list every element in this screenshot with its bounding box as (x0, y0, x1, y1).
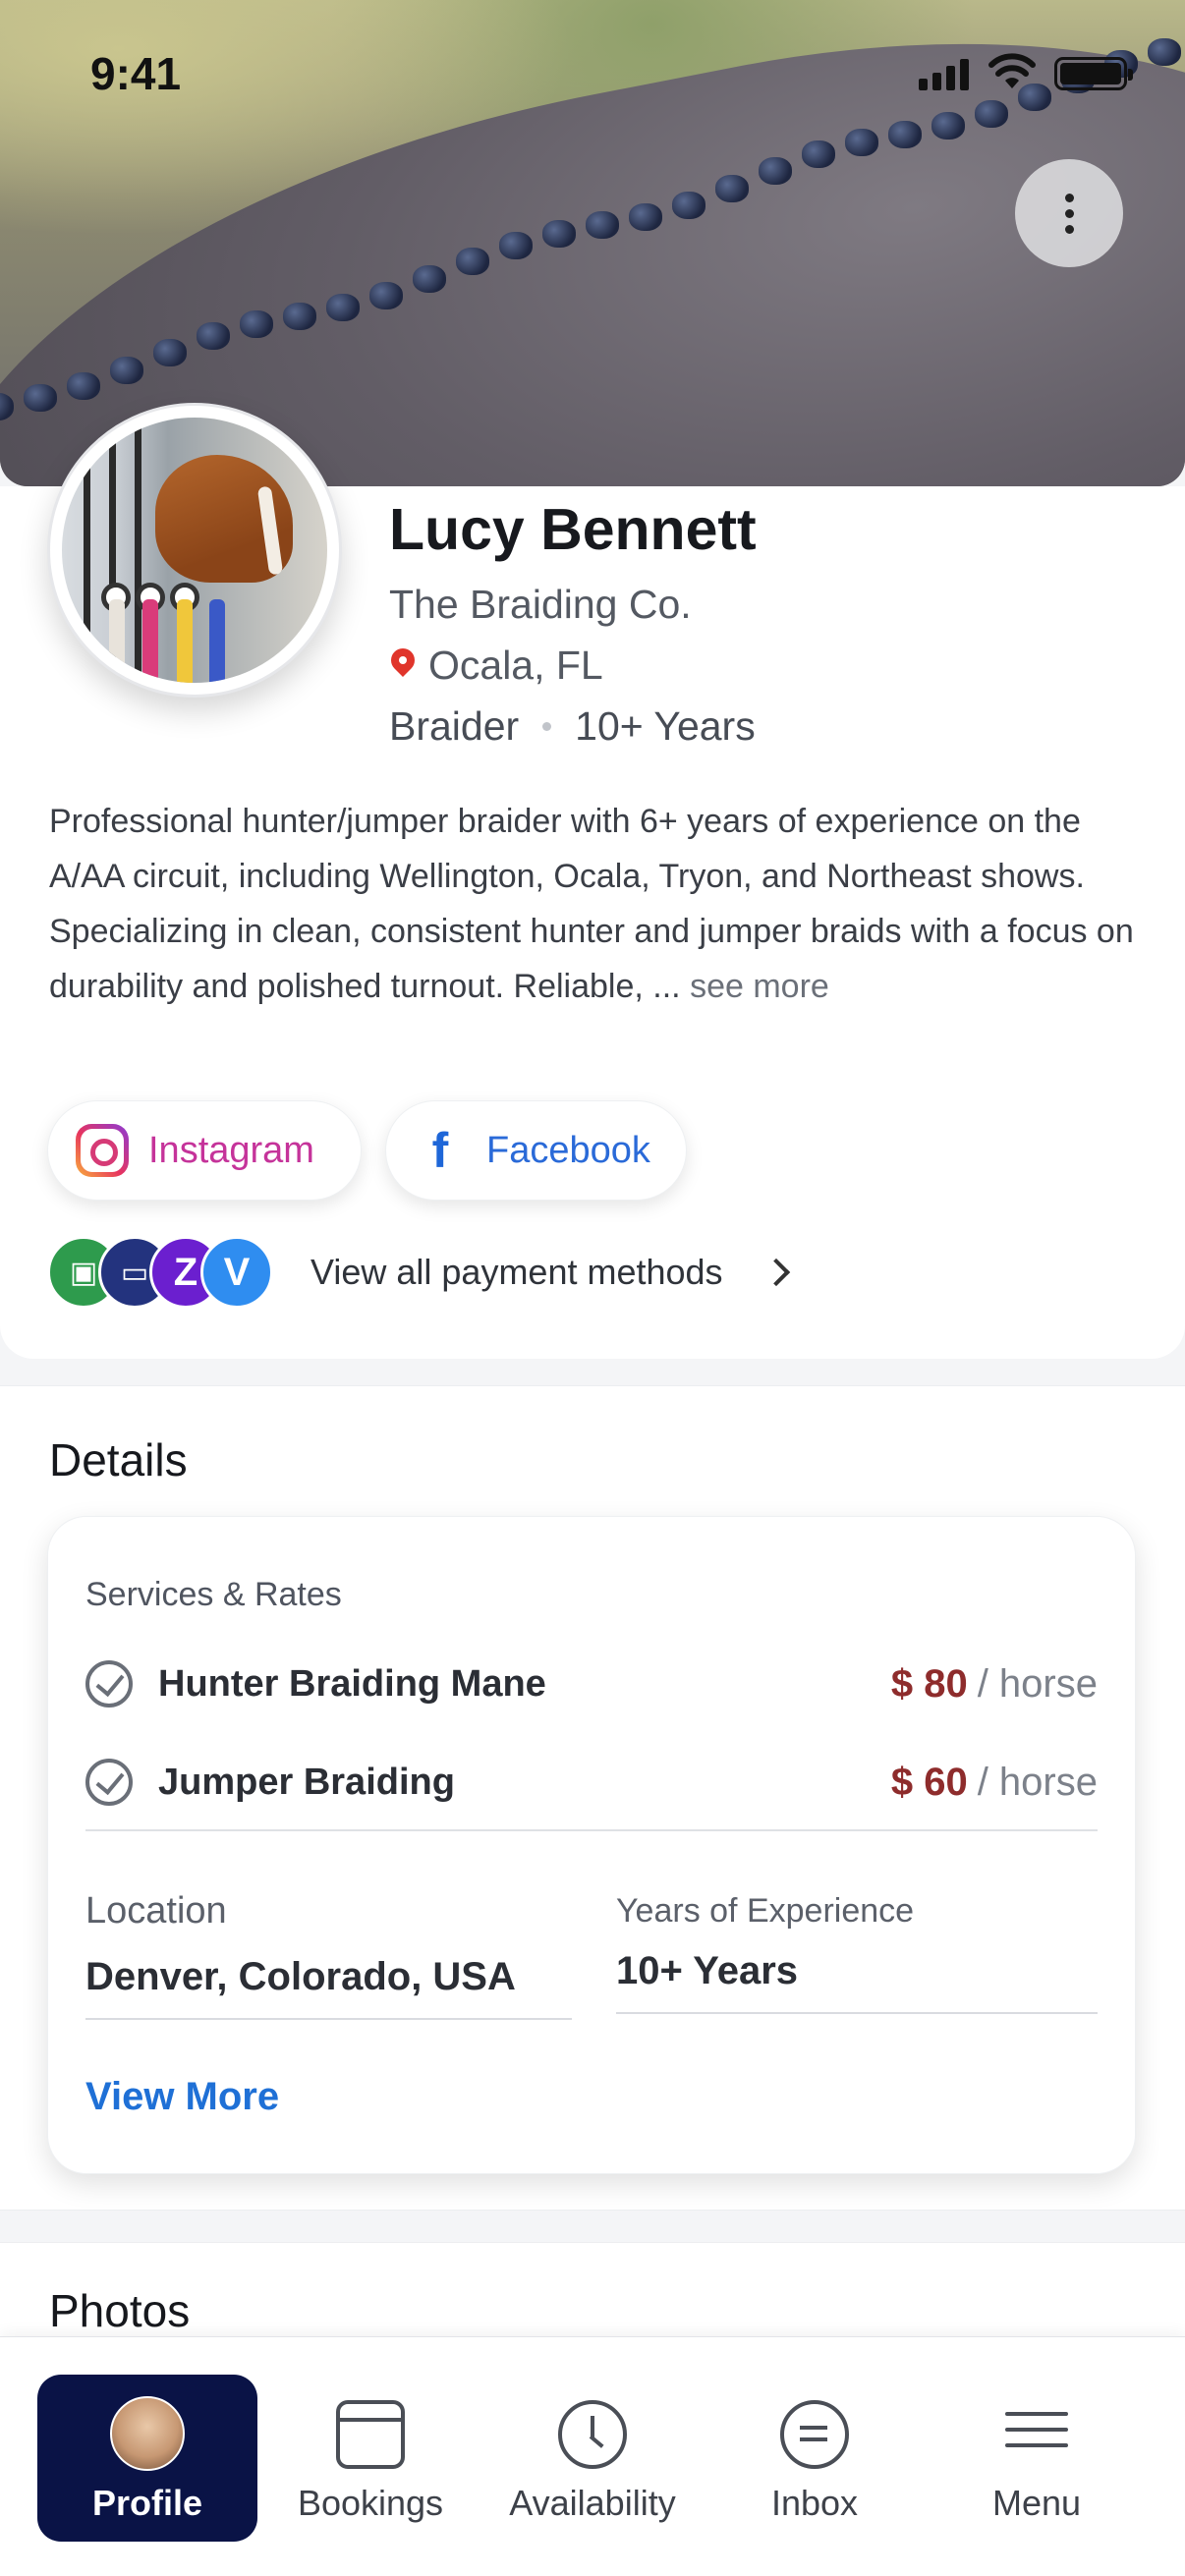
experience-value: 10+ Years (616, 1949, 799, 1992)
braid-knot (499, 231, 533, 259)
details-card: Services & Rates Hunter Braiding Mane $ … (47, 1516, 1136, 2174)
service-row: Jumper Braiding $ 60 / horse (85, 1753, 1098, 1812)
venmo-icon: V (200, 1236, 273, 1309)
braid-knot (413, 265, 446, 294)
location-value: Denver, Colorado, USA (85, 1955, 516, 1998)
experience-label: Years of Experience (616, 1892, 915, 1930)
instagram-label: Instagram (148, 1129, 314, 1171)
divider (85, 1829, 1098, 1831)
location-pin-icon (389, 648, 417, 684)
braid-knot (369, 282, 403, 310)
service-row: Hunter Braiding Mane $ 80 / horse (85, 1654, 1098, 1713)
bio-paragraph-2: Specializing in clean, consistent hunter… (49, 913, 1134, 1005)
tab-menu[interactable]: Menu (927, 2375, 1147, 2542)
braid-knot (67, 372, 100, 401)
clock-icon (558, 2400, 627, 2469)
profile-bio: Professional hunter/jumper braider with … (49, 794, 1140, 1014)
profile-role: Braider 10+ Years (389, 703, 756, 750)
avatar-image (62, 418, 327, 683)
facebook-icon: f (431, 1123, 449, 1178)
braid-knot (672, 191, 705, 219)
profile-company: The Braiding Co. (389, 582, 692, 627)
braid-knot (197, 322, 230, 351)
more-options-button[interactable] (1015, 159, 1123, 267)
braid-knot (240, 310, 273, 339)
chat-icon (780, 2400, 849, 2469)
check-circle-icon (85, 1660, 133, 1708)
tab-bookings[interactable]: Bookings (260, 2375, 480, 2542)
service-price: $ 80 (890, 1661, 968, 1706)
instagram-icon (76, 1124, 129, 1177)
menu-icon (1002, 2400, 1071, 2469)
role-text: Braider (389, 703, 520, 749)
bio-paragraph-1: Professional hunter/jumper braider with … (49, 803, 1085, 895)
tab-inbox[interactable]: Inbox (705, 2375, 925, 2542)
braid-knot (456, 248, 489, 276)
profile-name: Lucy Bennett (389, 497, 757, 562)
braid-knot (586, 211, 619, 240)
braid-knot (153, 338, 187, 366)
view-more-link[interactable]: View More (85, 2075, 279, 2119)
braid-knot (24, 384, 57, 413)
details-title: Details (49, 1434, 188, 1485)
braid-knot (542, 219, 576, 248)
tab-label: Bookings (297, 2483, 444, 2523)
profile-location-text: Ocala, FL (428, 643, 603, 688)
location-label: Location (85, 1890, 227, 1932)
facebook-button[interactable]: f Facebook (385, 1100, 687, 1201)
photos-title: Photos (49, 2285, 191, 2336)
dot-icon (1064, 193, 1074, 202)
braid-knot (283, 302, 316, 330)
separator-dot (542, 722, 552, 731)
wifi-icon (988, 53, 1036, 88)
tab-profile[interactable]: Profile (37, 2375, 257, 2542)
chevron-right-icon (762, 1258, 790, 1287)
tab-label: Profile (91, 2483, 203, 2523)
calendar-icon (336, 2400, 405, 2469)
tab-label: Inbox (770, 2483, 859, 2523)
status-bar: 9:41 (0, 0, 1185, 147)
payment-methods-row[interactable]: ▣ ▭ Z V View all payment methods (47, 1233, 833, 1312)
braid-knot (759, 156, 792, 185)
tab-label: Menu (991, 2483, 1082, 2523)
service-unit: / horse (977, 1760, 1098, 1804)
profile-avatar[interactable] (47, 403, 342, 698)
check-circle-icon (85, 1759, 133, 1806)
payment-methods-label: View all payment methods (310, 1252, 723, 1292)
profile-location: Ocala, FL (389, 643, 603, 689)
service-price: $ 60 (890, 1760, 968, 1804)
instagram-button[interactable]: Instagram (47, 1100, 362, 1201)
see-more-link[interactable]: see more (690, 968, 829, 1005)
details-section: Details Services & Rates Hunter Braiding… (0, 1385, 1185, 2211)
service-unit: / horse (977, 1661, 1098, 1706)
location-underline (85, 2018, 572, 2020)
avatar-icon (110, 2396, 185, 2471)
facebook-label: Facebook (486, 1129, 650, 1171)
status-time: 9:41 (90, 48, 182, 99)
experience-underline (616, 2012, 1098, 2014)
braid-knot (110, 356, 143, 384)
service-name: Hunter Braiding Mane (158, 1662, 546, 1705)
dot-icon (1064, 224, 1074, 234)
bottom-tab-bar: Profile Bookings Availability Inbox Menu (0, 2336, 1185, 2576)
battery-icon (1054, 57, 1133, 90)
dot-icon (1064, 208, 1074, 218)
experience-text: 10+ Years (575, 703, 756, 749)
braid-knot (629, 202, 662, 231)
braid-knot (715, 174, 749, 202)
service-name: Jumper Braiding (158, 1761, 455, 1803)
tab-availability[interactable]: Availability (482, 2375, 703, 2542)
tab-label: Availability (509, 2483, 676, 2523)
services-rates-title: Services & Rates (85, 1576, 342, 1613)
braid-knot (326, 294, 360, 322)
cellular-signal-icon (919, 57, 969, 90)
